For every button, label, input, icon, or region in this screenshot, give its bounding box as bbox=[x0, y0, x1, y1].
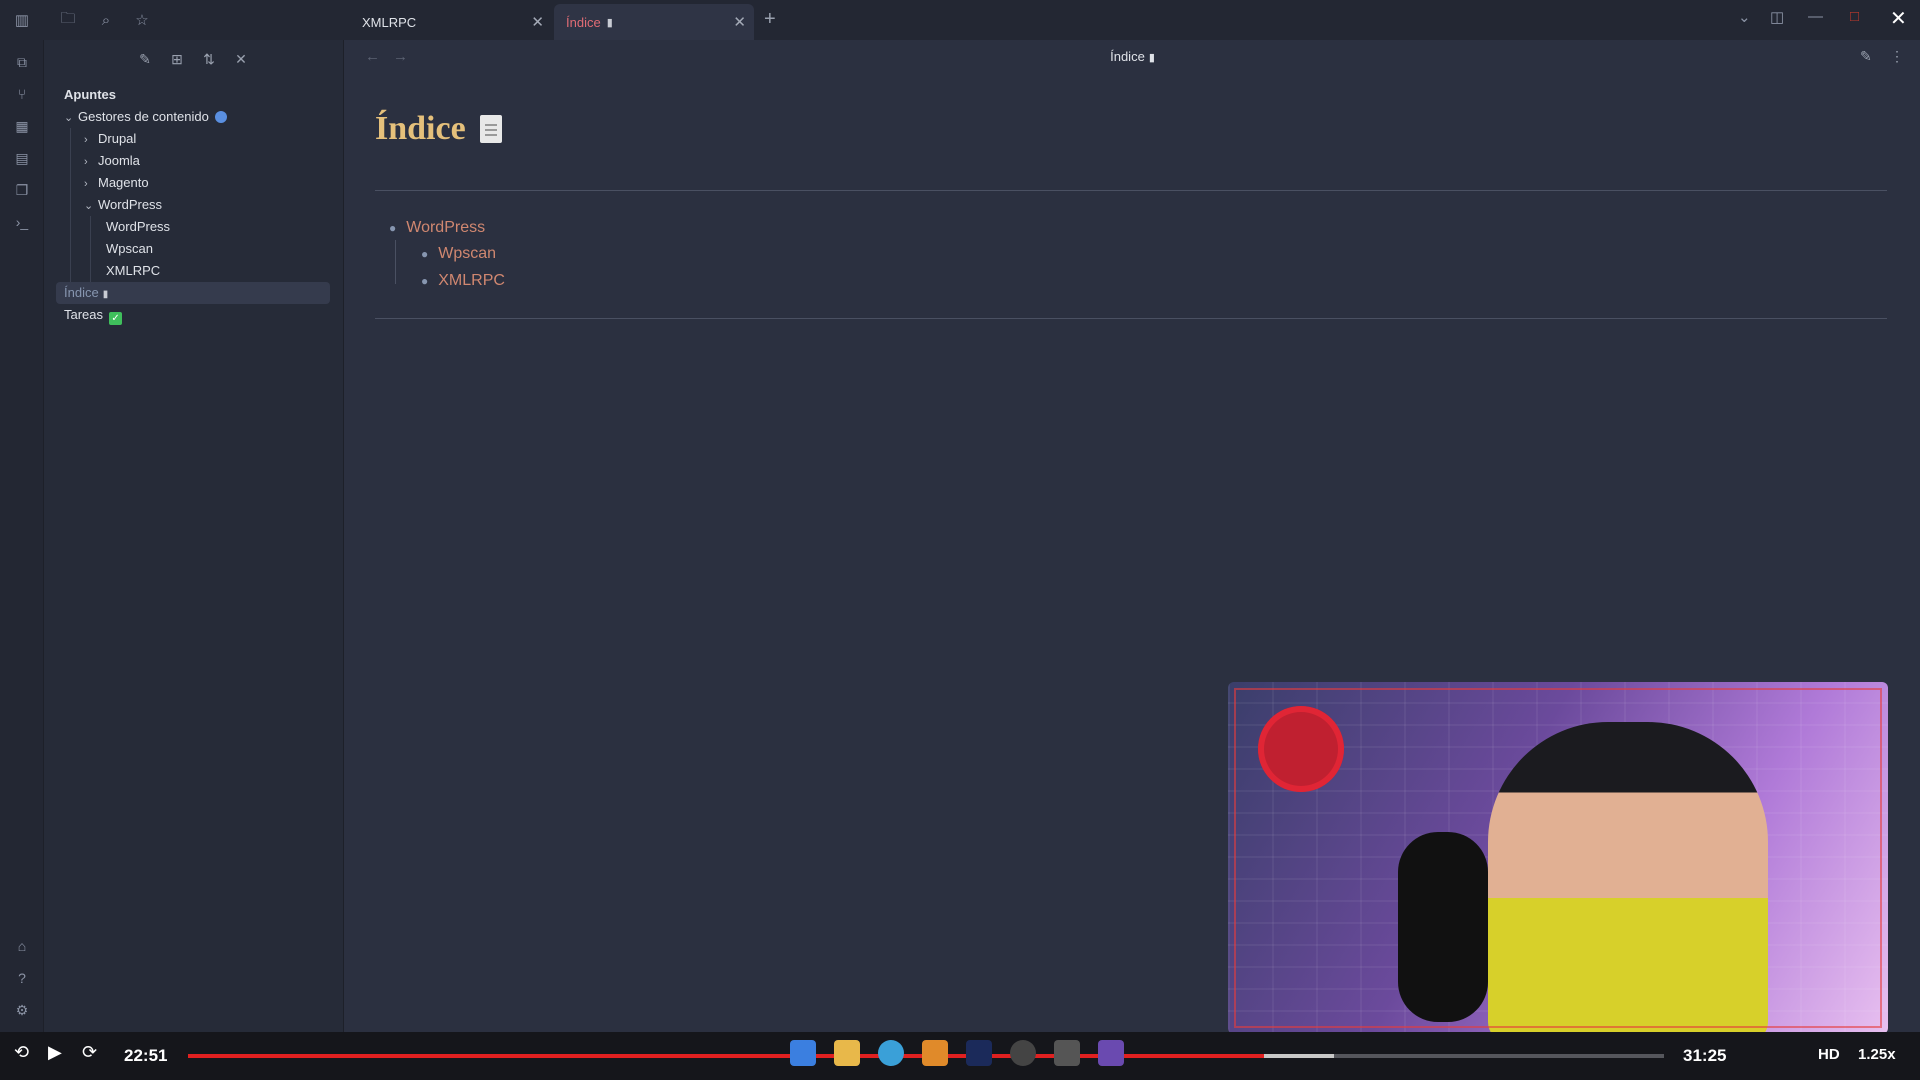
list-item-xmlrpc[interactable]: ● XMLRPC bbox=[421, 272, 505, 290]
file-explorer-icon[interactable] bbox=[834, 1040, 860, 1066]
bullet: ● bbox=[389, 221, 397, 235]
title-bar: ▥ 🗀 ⌕ ☆ XMLRPC ✕ Índice ▮ ✕ + ⌄ ◫ — □ ✕ bbox=[0, 0, 1920, 40]
tree-guide bbox=[70, 128, 71, 304]
current-time: 22:51 bbox=[124, 1046, 168, 1065]
file-indice[interactable]: Índice ▮ bbox=[56, 282, 330, 304]
chevron-down-icon: ⌄ bbox=[84, 200, 94, 212]
open-quick-switcher-icon[interactable]: ⧉ bbox=[10, 50, 34, 74]
divider bbox=[375, 318, 1887, 319]
audio-mixer-icon[interactable] bbox=[1054, 1040, 1080, 1066]
search-icon[interactable]: ⌕ bbox=[94, 8, 118, 32]
obsidian-icon[interactable] bbox=[1098, 1040, 1124, 1066]
bullet: ● bbox=[421, 247, 429, 261]
sort-icon[interactable]: ⇅ bbox=[198, 48, 220, 70]
canvas-icon[interactable]: ▦ bbox=[10, 114, 34, 138]
checkbox-checked-icon: ✓ bbox=[109, 312, 123, 325]
edit-pencil-icon[interactable]: ✎ bbox=[1860, 48, 1872, 65]
end-time: 31:25 bbox=[1683, 1046, 1727, 1065]
templates-icon[interactable]: ❐ bbox=[10, 178, 34, 202]
calendar-icon[interactable]: ▤ bbox=[10, 146, 34, 170]
close-window-icon[interactable]: ✕ bbox=[1890, 6, 1907, 31]
folder-magento[interactable]: › Magento bbox=[84, 172, 149, 194]
chevron-right-icon: › bbox=[84, 178, 88, 190]
vault-root[interactable]: Apuntes bbox=[64, 84, 116, 106]
view-header-title[interactable]: Índice ▮ bbox=[345, 49, 1920, 64]
webcam-overlay bbox=[1228, 682, 1888, 1034]
video-player-controls: ⟲ ▶ ⟳ 22:51 31:25 HD 1.25x bbox=[0, 1032, 1920, 1080]
list-item-wpscan[interactable]: ● Wpscan bbox=[421, 245, 496, 263]
seek-bar-buffer bbox=[1264, 1054, 1334, 1058]
new-note-icon[interactable]: ✎ bbox=[134, 48, 156, 70]
file-explorer: ✎ ⊞ ⇅ ✕ Apuntes ⌄ Gestores de contenido ›… bbox=[44, 40, 344, 1032]
playback-speed[interactable]: 1.25x bbox=[1858, 1046, 1896, 1063]
store-icon[interactable] bbox=[922, 1040, 948, 1066]
browser-icon[interactable] bbox=[878, 1040, 904, 1066]
file-tareas[interactable]: Tareas ✓ bbox=[64, 304, 123, 326]
close-tab-icon[interactable]: ✕ bbox=[531, 13, 544, 31]
page-heading: Índice bbox=[375, 110, 502, 148]
windows-start-icon[interactable] bbox=[790, 1040, 816, 1066]
help-icon[interactable]: ? bbox=[10, 966, 34, 990]
globe-icon bbox=[214, 111, 227, 123]
document-icon: ▮ bbox=[102, 289, 109, 300]
new-folder-icon[interactable]: ⊞ bbox=[166, 48, 188, 70]
graph-view-icon[interactable]: ⑂ bbox=[10, 82, 34, 106]
rewind-10-icon[interactable]: ⟲ bbox=[14, 1042, 29, 1063]
explorer-toolbar: ✎ ⊞ ⇅ ✕ bbox=[134, 48, 252, 70]
tab-indice[interactable]: Índice ▮ ✕ bbox=[554, 4, 754, 40]
app-window: ▥ 🗀 ⌕ ☆ XMLRPC ✕ Índice ▮ ✕ + ⌄ ◫ — □ ✕ … bbox=[0, 0, 1920, 1080]
bullet: ● bbox=[421, 274, 429, 288]
ribbon: ⧉ ⑂ ▦ ▤ ❐ ›_ ⌂ ? ⚙ bbox=[0, 40, 44, 1032]
toggle-sidebar-icon[interactable]: ▥ bbox=[10, 8, 34, 32]
chevron-right-icon: › bbox=[84, 156, 88, 168]
files-icon[interactable]: 🗀 bbox=[56, 8, 80, 32]
document-icon: ▮ bbox=[606, 16, 613, 29]
document-icon: ▮ bbox=[1148, 52, 1155, 64]
quality-badge[interactable]: HD bbox=[1818, 1046, 1840, 1063]
divider bbox=[375, 190, 1887, 191]
tab-list-chevron-icon[interactable]: ⌄ bbox=[1738, 8, 1751, 26]
tab-label: XMLRPC bbox=[362, 14, 417, 30]
document-icon bbox=[479, 115, 502, 143]
photoshop-icon[interactable] bbox=[966, 1040, 992, 1066]
file-wordpress[interactable]: WordPress bbox=[106, 216, 170, 238]
folder-wordpress[interactable]: ⌄ WordPress bbox=[84, 194, 162, 216]
overlay-frame bbox=[1234, 688, 1882, 1028]
bookmark-star-icon[interactable]: ☆ bbox=[130, 8, 154, 32]
indent-guide bbox=[395, 240, 396, 284]
file-xmlrpc[interactable]: XMLRPC bbox=[106, 260, 160, 282]
tab-xmlrpc[interactable]: XMLRPC ✕ bbox=[350, 4, 552, 40]
maximize-icon[interactable]: □ bbox=[1850, 8, 1859, 25]
folder-drupal[interactable]: › Drupal bbox=[84, 128, 136, 150]
collapse-all-icon[interactable]: ✕ bbox=[230, 48, 252, 70]
settings-gear-icon[interactable]: ⚙ bbox=[10, 998, 34, 1022]
list-item-wordpress[interactable]: ● WordPress bbox=[389, 219, 485, 237]
minimize-icon[interactable]: — bbox=[1808, 8, 1823, 25]
taskbar bbox=[790, 1040, 1124, 1066]
terminal-icon[interactable]: ›_ bbox=[10, 210, 34, 234]
tab-label: Índice bbox=[566, 14, 601, 30]
obs-icon[interactable] bbox=[1010, 1040, 1036, 1066]
more-options-icon[interactable]: ⋮ bbox=[1890, 48, 1904, 65]
vault-switcher-icon[interactable]: ⌂ bbox=[10, 934, 34, 958]
folder-gestores[interactable]: ⌄ Gestores de contenido bbox=[64, 106, 227, 128]
close-tab-icon[interactable]: ✕ bbox=[733, 13, 746, 31]
new-tab-icon[interactable]: + bbox=[764, 8, 776, 31]
chevron-down-icon: ⌄ bbox=[64, 112, 74, 124]
chevron-right-icon: › bbox=[84, 134, 88, 146]
folder-joomla[interactable]: › Joomla bbox=[84, 150, 140, 172]
forward-10-icon[interactable]: ⟳ bbox=[82, 1042, 97, 1063]
play-icon[interactable]: ▶ bbox=[48, 1042, 62, 1063]
file-wpscan[interactable]: Wpscan bbox=[106, 238, 153, 260]
split-view-icon[interactable]: ◫ bbox=[1770, 8, 1784, 26]
